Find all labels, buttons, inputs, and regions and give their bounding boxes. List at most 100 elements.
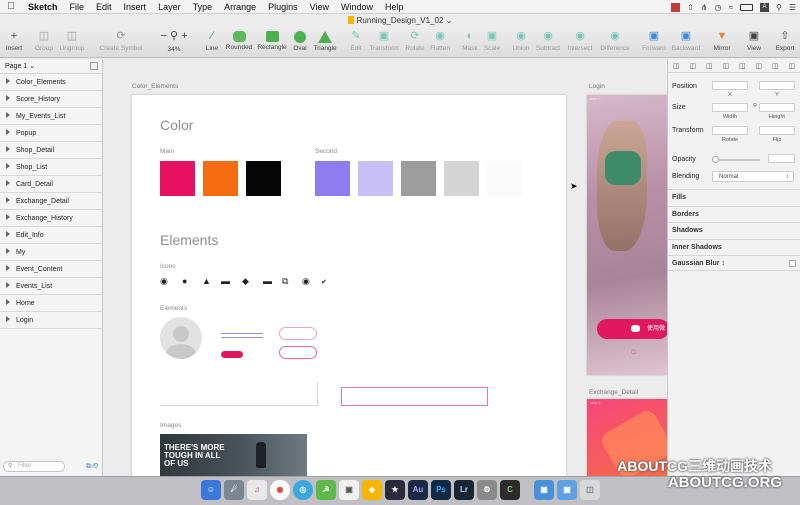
layer-item[interactable]: Event_Content bbox=[0, 261, 102, 278]
inner-shadows-section[interactable]: Inner Shadows bbox=[668, 239, 800, 255]
rotate-input[interactable] bbox=[712, 126, 748, 135]
input-field-placeholder[interactable] bbox=[341, 387, 488, 406]
wechat-login-button[interactable]: 使用微 bbox=[597, 319, 667, 339]
intersect-button[interactable]: ◉ Intersect bbox=[560, 29, 600, 52]
disclosure-icon[interactable] bbox=[6, 248, 10, 254]
zoom-control[interactable]: − ⚲ + bbox=[154, 29, 194, 45]
artboard-label[interactable]: Color_Elements bbox=[132, 83, 178, 90]
finder-icon[interactable]: ☺ bbox=[201, 480, 221, 500]
backward-button[interactable]: ▣ Backward bbox=[666, 29, 706, 52]
align-right-icon[interactable]: ◫ bbox=[706, 62, 713, 70]
color-swatch[interactable] bbox=[315, 161, 350, 196]
layer-item[interactable]: My bbox=[0, 244, 102, 261]
disclosure-icon[interactable] bbox=[6, 78, 10, 84]
evernote-icon[interactable]: ☭ bbox=[316, 480, 336, 500]
search-icon[interactable]: ⚲ bbox=[776, 3, 782, 12]
photoshop-icon[interactable]: Ps bbox=[431, 480, 451, 500]
canvas[interactable]: Color_Elements Color Main Second Element… bbox=[103, 59, 667, 476]
menu-type[interactable]: Type bbox=[187, 2, 219, 12]
menu-list-icon[interactable]: ☰ bbox=[789, 3, 796, 12]
color-swatch[interactable] bbox=[444, 161, 479, 196]
align-bottom-icon[interactable]: ◫ bbox=[772, 62, 779, 70]
color-swatch[interactable] bbox=[160, 161, 195, 196]
globe-icon[interactable]: ◉ bbox=[160, 276, 168, 287]
disclosure-icon[interactable] bbox=[6, 95, 10, 101]
layer-item[interactable]: Shop_List bbox=[0, 159, 102, 176]
folder-icon[interactable]: ▣ bbox=[534, 480, 554, 500]
height-input[interactable] bbox=[759, 103, 795, 112]
distribute-horizontal-icon[interactable]: ◫ bbox=[722, 62, 729, 70]
layer-item[interactable]: Exchange_History bbox=[0, 210, 102, 227]
disclosure-icon[interactable] bbox=[6, 163, 10, 169]
copy-icon[interactable]: ⧉ bbox=[282, 276, 288, 287]
width-input[interactable] bbox=[712, 103, 748, 112]
menu-window[interactable]: Window bbox=[335, 2, 379, 12]
disclosure-icon[interactable] bbox=[6, 265, 10, 271]
borders-section[interactable]: Borders bbox=[668, 206, 800, 222]
user-circle-icon[interactable]: ● bbox=[182, 276, 187, 286]
blending-select[interactable]: Normal ↕ bbox=[712, 171, 794, 182]
input-field-placeholder[interactable] bbox=[160, 382, 318, 406]
launchpad-icon[interactable]: ☄ bbox=[224, 480, 244, 500]
layer-item[interactable]: Shop_Detail bbox=[0, 142, 102, 159]
fills-section[interactable]: Fills bbox=[668, 189, 800, 205]
align-top-icon[interactable]: ◫ bbox=[739, 62, 746, 70]
menu-plugins[interactable]: Plugins bbox=[262, 2, 304, 12]
menu-sketch[interactable]: Sketch bbox=[22, 2, 64, 12]
time-machine-icon[interactable]: ◷ bbox=[715, 3, 722, 12]
gaussian-blur-section[interactable]: Gaussian Blur ↕ bbox=[668, 255, 800, 271]
layer-item[interactable]: Score_History bbox=[0, 91, 102, 108]
pill-button-outline[interactable] bbox=[279, 327, 317, 340]
divider-line[interactable] bbox=[221, 337, 263, 338]
menu-view[interactable]: View bbox=[304, 2, 335, 12]
input-source-icon[interactable]: A bbox=[759, 2, 769, 12]
chevron-down-icon[interactable]: ⌄ bbox=[446, 16, 453, 25]
align-left-icon[interactable]: ◫ bbox=[673, 62, 680, 70]
layer-item[interactable]: Card_Detail bbox=[0, 176, 102, 193]
ungroup-button[interactable]: ◫ Ungroup bbox=[52, 29, 92, 52]
gaussian-blur-checkbox[interactable] bbox=[789, 260, 796, 267]
x-input[interactable] bbox=[712, 81, 748, 90]
menu-arrange[interactable]: Arrange bbox=[218, 2, 262, 12]
menu-file[interactable]: File bbox=[64, 2, 91, 12]
color-swatch[interactable] bbox=[246, 161, 281, 196]
wifi-icon[interactable]: ≈ bbox=[729, 3, 733, 12]
artboard-label[interactable]: Exchange_Detail bbox=[589, 389, 638, 396]
person-icon[interactable]: ▲ bbox=[202, 276, 211, 286]
opacity-input[interactable] bbox=[768, 154, 795, 163]
y-input[interactable] bbox=[759, 81, 795, 90]
pill-button-outline[interactable] bbox=[279, 346, 317, 359]
layer-item[interactable]: Exchange_Detail bbox=[0, 193, 102, 210]
apple-icon[interactable]:  bbox=[0, 1, 22, 12]
distribute-vertical-icon[interactable]: ◫ bbox=[788, 62, 795, 70]
align-center-icon[interactable]: ◫ bbox=[689, 62, 696, 70]
safari-icon[interactable]: ◎ bbox=[293, 480, 313, 500]
align-middle-icon[interactable]: ◫ bbox=[755, 62, 762, 70]
bluetooth-icon[interactable]: ⋔ bbox=[701, 3, 708, 12]
layer-item[interactable]: Edit_Info bbox=[0, 227, 102, 244]
opacity-slider[interactable] bbox=[712, 156, 760, 163]
layer-item[interactable]: Login bbox=[0, 312, 102, 329]
divider-line[interactable] bbox=[221, 333, 263, 334]
preview-icon[interactable]: ▣ bbox=[339, 480, 359, 500]
difference-button[interactable]: ◉ Difference bbox=[595, 29, 635, 52]
layer-filter-input[interactable]: ⚲ Filter bbox=[3, 461, 65, 472]
create-symbol-button[interactable]: ⟳ Create Symbol bbox=[98, 29, 144, 52]
banner-image[interactable]: THERE'S MORE TOUGH IN ALL OF US bbox=[160, 434, 307, 476]
menu-insert[interactable]: Insert bbox=[118, 2, 153, 12]
sketch-icon[interactable]: ◆ bbox=[362, 480, 382, 500]
color-swatch[interactable] bbox=[358, 161, 393, 196]
audition-icon[interactable]: Au bbox=[408, 480, 428, 500]
menu-edit[interactable]: Edit bbox=[90, 2, 118, 12]
color-swatch[interactable] bbox=[487, 161, 522, 196]
export-button[interactable]: ⇧ Export bbox=[765, 29, 800, 52]
color-swatch[interactable] bbox=[203, 161, 238, 196]
disclosure-icon[interactable] bbox=[6, 214, 10, 220]
chrome-icon[interactable]: ◉ bbox=[270, 480, 290, 500]
menu-layer[interactable]: Layer bbox=[152, 2, 187, 12]
card-icon[interactable]: ▬ bbox=[221, 276, 230, 286]
disclosure-icon[interactable] bbox=[6, 180, 10, 186]
pill-button-filled[interactable] bbox=[221, 351, 243, 358]
disclosure-icon[interactable] bbox=[6, 146, 10, 152]
layer-item[interactable]: Events_List bbox=[0, 278, 102, 295]
